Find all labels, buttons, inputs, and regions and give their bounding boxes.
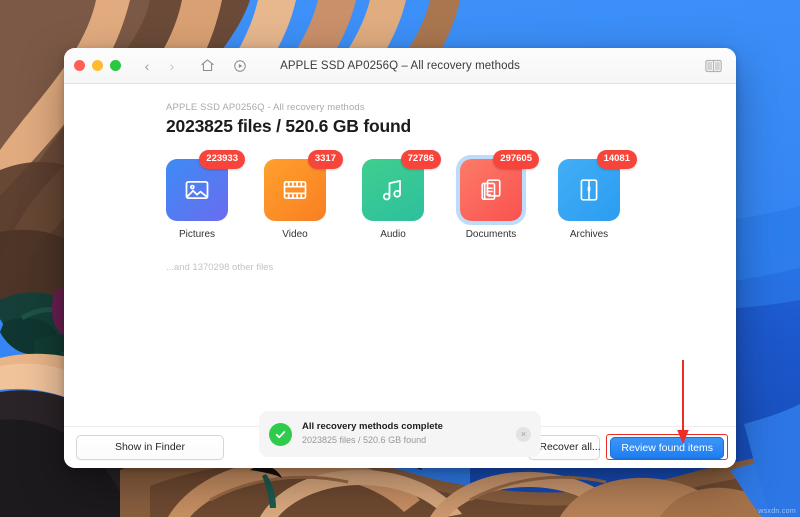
traffic-lights: [74, 60, 121, 71]
category-label-audio: Audio: [380, 229, 406, 240]
toast-title: All recovery methods complete: [302, 421, 443, 433]
forward-button[interactable]: ›: [166, 59, 178, 73]
sidebar-toggle-icon[interactable]: [705, 59, 726, 73]
tile-wrapper-archives: 14081: [558, 150, 637, 221]
badge-count-documents: 297605: [493, 150, 539, 169]
navigation-buttons: ‹ ›: [141, 59, 178, 73]
check-circle-icon: [269, 422, 292, 446]
toast-close-icon[interactable]: ×: [516, 426, 531, 442]
category-label-video: Video: [282, 229, 308, 240]
window-titlebar: ‹ › APPLE SSD AP0256Q – All recovery met…: [64, 48, 736, 84]
back-button[interactable]: ‹: [141, 59, 153, 73]
review-found-items-wrapper: Review found items: [606, 434, 728, 461]
down-arrow-annotation: [677, 360, 689, 444]
other-files-text: ...and 1370298 other files: [166, 262, 274, 273]
badge-count-archives: 14081: [596, 150, 637, 169]
toast-subtitle: 2023825 files / 520.6 GB found: [302, 435, 427, 446]
badge-count-audio: 72786: [400, 150, 441, 169]
badge-count-pictures: 223933: [199, 150, 245, 169]
category-label-pictures: Pictures: [178, 229, 216, 240]
category-documents[interactable]: 297605 Documents: [456, 150, 539, 240]
review-found-items-button[interactable]: Review found items: [610, 437, 724, 460]
tile-wrapper-video: 3317: [264, 150, 343, 221]
app-window: ‹ › APPLE SSD AP0256Q – All recovery met…: [64, 48, 736, 468]
desktop-screen: ‹ › APPLE SSD AP0256Q – All recovery met…: [0, 0, 800, 517]
category-label-archives: Archives: [569, 229, 609, 240]
tile-wrapper-pictures: 223933: [166, 150, 245, 221]
show-in-finder-button[interactable]: Show in Finder: [76, 435, 224, 460]
tile-wrapper-documents: 297605: [456, 150, 539, 225]
zoom-window-button[interactable]: [110, 60, 121, 71]
badge-count-video: 3317: [307, 150, 343, 169]
bottom-bar-actions: Recover all... Review found items: [528, 434, 728, 461]
close-window-button[interactable]: [74, 60, 85, 71]
watermark-text: wsxdn.com: [758, 508, 796, 515]
tile-wrapper-audio: 72786: [362, 150, 441, 221]
play-circle-icon[interactable]: [233, 59, 247, 73]
category-video[interactable]: 3317 Video: [264, 150, 343, 240]
category-audio[interactable]: 72786 Audio: [362, 150, 441, 240]
category-label-documents: Documents: [465, 229, 517, 240]
toast-text: All recovery methods complete 2023825 fi…: [302, 421, 506, 446]
page-title: 2023825 files / 520.6 GB found: [166, 116, 411, 136]
subheading: APPLE SSD AP0256Q - All recovery methods: [166, 102, 365, 113]
category-archives[interactable]: 14081 Archives: [558, 150, 637, 240]
category-pictures[interactable]: 223933 Pictures: [166, 150, 245, 240]
toast-notification: All recovery methods complete 2023825 fi…: [259, 411, 541, 457]
home-icon[interactable]: [200, 58, 215, 73]
minimize-window-button[interactable]: [92, 60, 103, 71]
window-content: APPLE SSD AP0256Q - All recovery methods…: [64, 84, 736, 457]
category-tiles: 223933 Pictures 3317 Video 72786 Audio 2…: [166, 150, 736, 240]
